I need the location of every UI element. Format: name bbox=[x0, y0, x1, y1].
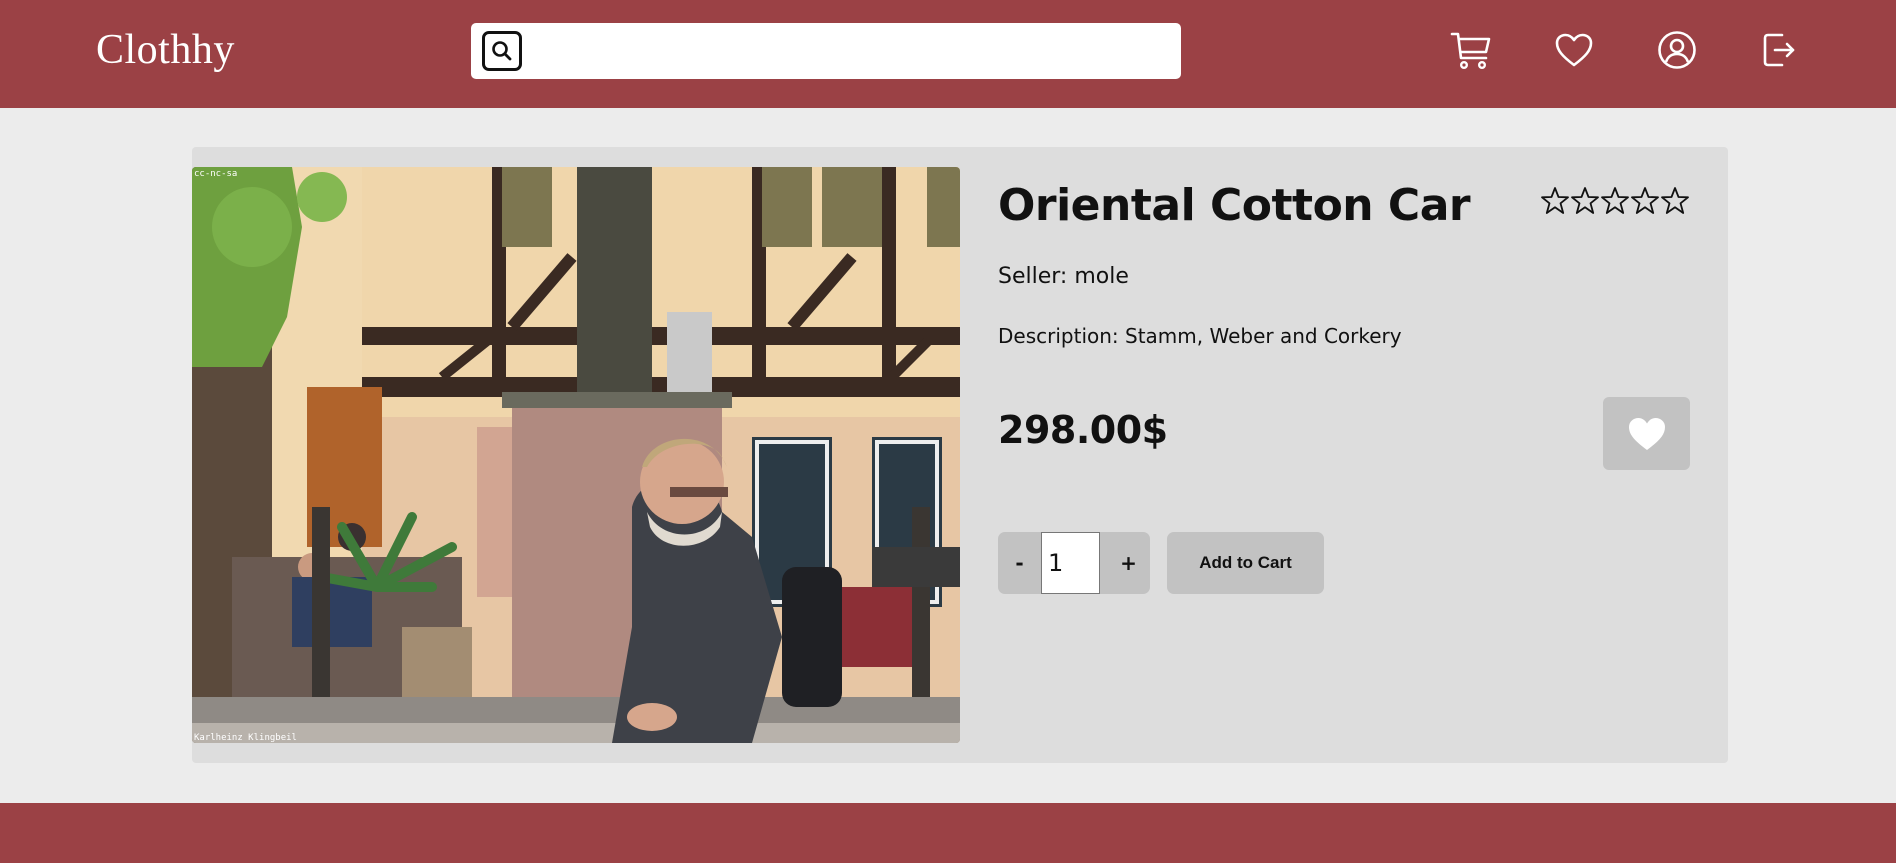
description-label: Description: Stamm, Weber and Corkery bbox=[998, 324, 1402, 348]
increase-quantity-button[interactable]: + bbox=[1107, 532, 1150, 594]
star-icon[interactable] bbox=[1630, 186, 1660, 216]
product-image: cc-nc-sa Karlheinz Klingbeil bbox=[192, 167, 960, 743]
search-button[interactable] bbox=[482, 31, 522, 71]
heart-icon bbox=[1555, 33, 1593, 67]
quantity-input[interactable] bbox=[1041, 532, 1100, 594]
star-icon[interactable] bbox=[1600, 186, 1630, 216]
brand-logo[interactable]: Clothhy bbox=[96, 26, 235, 74]
cart-button[interactable] bbox=[1449, 28, 1493, 72]
search-bar bbox=[471, 23, 1181, 79]
add-to-wishlist-button[interactable] bbox=[1603, 397, 1690, 470]
price-label: 298.00$ bbox=[998, 408, 1168, 452]
star-icon[interactable] bbox=[1540, 186, 1570, 216]
logout-button[interactable] bbox=[1758, 28, 1802, 72]
star-icon[interactable] bbox=[1660, 186, 1690, 216]
wishlist-button[interactable] bbox=[1552, 28, 1596, 72]
product-title: Oriental Cotton Car bbox=[998, 180, 1471, 231]
star-icon[interactable] bbox=[1570, 186, 1600, 216]
decrease-quantity-button[interactable]: - bbox=[998, 532, 1041, 594]
cart-icon bbox=[1450, 32, 1491, 70]
watermark-bottom: Karlheinz Klingbeil bbox=[194, 733, 297, 743]
quantity-stepper: - + bbox=[998, 532, 1150, 594]
search-input[interactable] bbox=[533, 29, 1169, 73]
user-icon bbox=[1658, 31, 1696, 69]
logout-icon bbox=[1763, 33, 1795, 67]
rating-stars bbox=[1540, 186, 1690, 216]
top-navbar: Clothhy bbox=[0, 0, 1896, 108]
add-to-cart-button[interactable]: Add to Cart bbox=[1167, 532, 1324, 594]
account-button[interactable] bbox=[1655, 28, 1699, 72]
heart-icon bbox=[1628, 417, 1665, 450]
footer bbox=[0, 803, 1896, 863]
seller-label: Seller: mole bbox=[998, 264, 1129, 289]
watermark-top: cc-nc-sa bbox=[194, 169, 237, 179]
search-icon bbox=[492, 41, 512, 61]
